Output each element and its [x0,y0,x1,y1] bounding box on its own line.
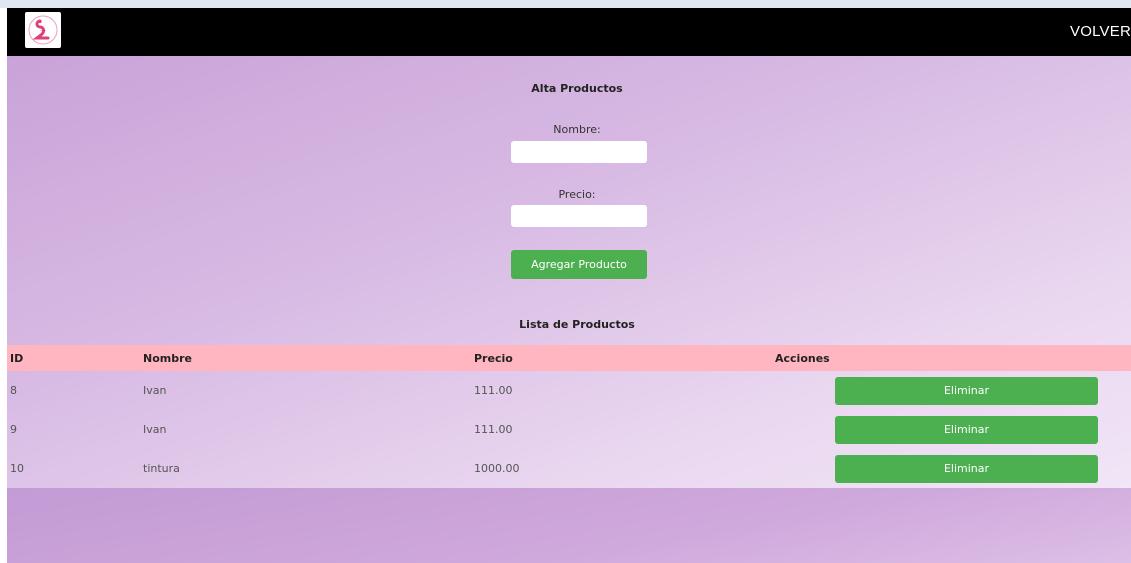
products-table: ID Nombre Precio Acciones 8 Ivan 111.00 … [7,345,1131,488]
cell-precio: 111.00 [474,423,513,436]
navbar: ····· VOLVER [7,8,1131,56]
cell-id: 8 [10,384,17,397]
cell-nombre: Ivan [143,384,167,397]
cell-nombre: tintura [143,462,180,475]
browser-top-strip [0,0,1131,8]
column-header-nombre: Nombre [143,351,192,365]
cell-precio: 111.00 [474,384,513,397]
table-row: 8 Ivan 111.00 Eliminar [7,371,1131,410]
footer-area [7,488,1131,563]
nombre-label: Nombre: [553,123,601,136]
volver-link[interactable]: VOLVER [1070,23,1131,40]
flamingo-logo-icon: ····· [28,15,58,45]
column-header-precio: Precio [474,351,513,365]
column-header-id: ID [10,351,24,365]
svg-text:·····: ····· [40,28,46,33]
table-row: 9 Ivan 111.00 Eliminar [7,410,1131,449]
cell-precio: 1000.00 [474,462,520,475]
cell-nombre: Ivan [143,423,167,436]
cell-acciones: Eliminar [772,371,1131,410]
cell-id: 10 [10,462,24,475]
cell-id: 9 [10,423,17,436]
main-content: Alta Productos Nombre: Precio: Agregar P… [7,56,1131,563]
cell-acciones: Eliminar [772,449,1131,488]
nombre-input[interactable] [511,141,647,163]
precio-label: Precio: [558,188,596,201]
table-header-row: ID Nombre Precio Acciones [7,345,1131,371]
form-title: Alta Productos [531,82,623,95]
eliminar-button[interactable]: Eliminar [835,415,1098,444]
eliminar-button[interactable]: Eliminar [835,454,1098,483]
table-row: 10 tintura 1000.00 Eliminar [7,449,1131,488]
logo[interactable]: ····· [25,12,61,48]
column-header-acciones: Acciones [775,351,830,365]
agregar-producto-button[interactable]: Agregar Producto [511,250,647,279]
eliminar-button[interactable]: Eliminar [835,376,1098,405]
list-title: Lista de Productos [519,318,635,331]
cell-acciones: Eliminar [772,410,1131,449]
precio-input[interactable] [511,205,647,227]
